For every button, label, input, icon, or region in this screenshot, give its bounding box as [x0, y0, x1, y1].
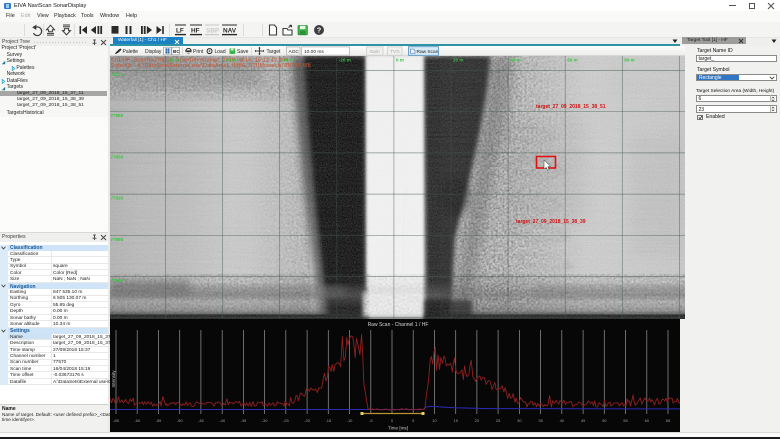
svg-text:Data file: A:\DataSets\Extern: Data file: A:\DataSets\External use\Data… [111, 63, 311, 69]
svg-text:TVG: TVG [390, 49, 400, 55]
svg-text:Palette: Palette [123, 49, 139, 55]
svg-text:Intensity: Intensity [111, 370, 116, 388]
svg-text:-45: -45 [198, 418, 205, 423]
svg-text:80 m: 80 m [624, 58, 634, 63]
svg-text:-10: -10 [347, 418, 354, 423]
svg-text:10.00 ms: 10.00 ms [304, 49, 324, 55]
svg-text:-35: -35 [241, 418, 248, 423]
svg-text:77950: 77950 [111, 154, 124, 159]
svg-text:Raw Scan - Channel 1 / HF: Raw Scan - Channel 1 / HF [368, 322, 429, 328]
svg-text:Raw Scan: Raw Scan [417, 49, 439, 55]
svg-text:77890: 77890 [111, 237, 124, 242]
svg-text:40: 40 [560, 418, 565, 423]
svg-text:?: ? [317, 26, 322, 35]
svg-text:Time [ms]: Time [ms] [388, 426, 408, 431]
svg-text:25: 25 [496, 418, 501, 423]
svg-text:15: 15 [453, 418, 458, 423]
svg-text:-65: -65 [113, 418, 120, 423]
svg-text:-40 m: -40 m [282, 58, 294, 63]
svg-text:20 m: 20 m [453, 58, 463, 63]
svg-text:-30: -30 [262, 418, 269, 423]
svg-text:-40: -40 [219, 418, 226, 423]
svg-text:-50: -50 [177, 418, 184, 423]
svg-text:-55: -55 [156, 418, 163, 423]
svg-text:60 m: 60 m [567, 58, 577, 63]
svg-text:Save: Save [237, 49, 249, 55]
svg-text:SBP: SBP [206, 27, 220, 34]
svg-text:0 m: 0 m [396, 58, 404, 63]
svg-text:65: 65 [666, 418, 671, 423]
svg-text:BC: BC [173, 49, 180, 54]
svg-text:-60 m: -60 m [225, 58, 237, 63]
svg-text:35: 35 [538, 418, 543, 423]
svg-text:NAV: NAV [223, 27, 237, 34]
svg-text:AGC: AGC [289, 49, 300, 55]
svg-text:-60: -60 [134, 418, 141, 423]
svg-text:77980: 77980 [111, 113, 124, 118]
svg-text:Load: Load [215, 49, 226, 55]
svg-text:target_27_09_2018_15_38_51: target_27_09_2018_15_38_51 [536, 104, 606, 110]
svg-text:55: 55 [623, 418, 628, 423]
svg-text:77860: 77860 [111, 278, 124, 283]
svg-text:Print: Print [193, 49, 204, 55]
svg-text:77920: 77920 [111, 196, 124, 201]
svg-text:-15: -15 [325, 418, 332, 423]
svg-text:HF: HF [191, 27, 200, 34]
svg-text:target_27_09_2018_15_38_39: target_27_09_2018_15_38_39 [516, 219, 586, 225]
svg-text:30: 30 [517, 418, 522, 423]
svg-text:78010: 78010 [111, 72, 124, 77]
svg-text:LF: LF [176, 27, 184, 34]
svg-text:Gain: Gain [370, 49, 380, 55]
svg-text:Display: Display [145, 49, 162, 55]
svg-text:-20: -20 [304, 418, 311, 423]
svg-text:-20 m: -20 m [339, 58, 351, 63]
svg-text:-80 m: -80 m [168, 58, 180, 63]
svg-text:Target: Target [267, 49, 282, 55]
svg-text:50: 50 [602, 418, 607, 423]
svg-text:-25: -25 [283, 418, 290, 423]
svg-text:10: 10 [432, 418, 437, 423]
svg-text:40 m: 40 m [510, 58, 520, 63]
svg-text:20: 20 [475, 418, 480, 423]
svg-text:45: 45 [581, 418, 586, 423]
svg-text:60: 60 [645, 418, 650, 423]
